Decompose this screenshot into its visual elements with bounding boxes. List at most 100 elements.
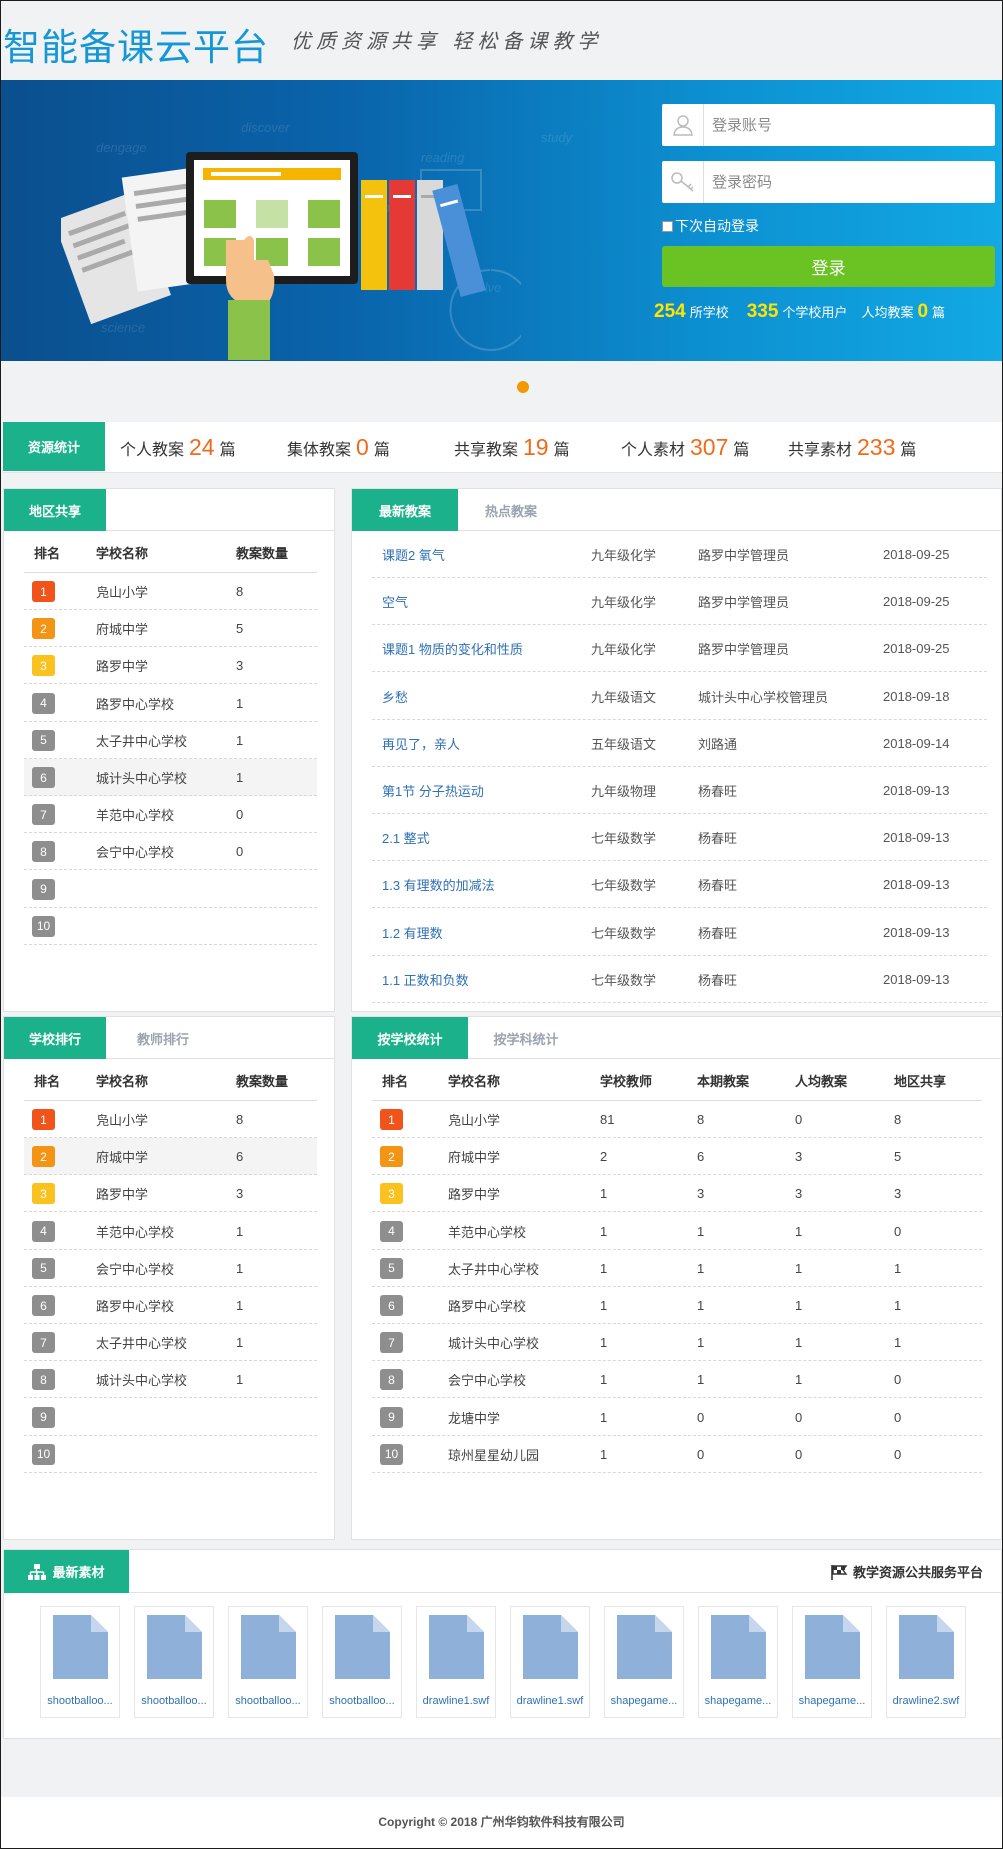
plan-title-link[interactable]: 第1节 分子热运动	[382, 767, 484, 814]
list-item[interactable]: 空气 九年级化学 路罗中学管理员 2018-09-25	[372, 578, 987, 626]
plan-title-link[interactable]: 课题2 氧气	[382, 531, 445, 578]
rank-badge: 4	[380, 1220, 403, 1242]
table-row[interactable]: 6 路罗中心学校 1 1 1 1	[372, 1287, 982, 1324]
list-item[interactable]: 2.1 整式 七年级数学 杨春旺 2018-09-13	[372, 814, 987, 862]
list-item[interactable]: 课题1 物质的变化和性质 九年级化学 路罗中学管理员 2018-09-25	[372, 625, 987, 673]
table-row[interactable]: 1 凫山小学 8	[24, 1101, 317, 1138]
col-count: 教案数量	[236, 1073, 289, 1089]
table-row[interactable]: 5 会宁中心学校 1	[24, 1250, 317, 1287]
rank-cell: 10	[380, 1436, 403, 1473]
site-logo[interactable]: 智能备课云平台	[3, 17, 269, 71]
table-row[interactable]: 4 路罗中心学校 1	[24, 685, 317, 722]
material-item[interactable]: shapegame...	[604, 1606, 684, 1718]
material-name[interactable]: shootballoo...	[41, 1695, 119, 1707]
tab-school-rank[interactable]: 学校排行	[4, 1017, 106, 1059]
table-row[interactable]: 9	[24, 871, 317, 908]
material-item[interactable]: drawline1.swf	[510, 1606, 590, 1718]
plan-date: 2018-09-25	[883, 547, 950, 562]
table-row[interactable]: 2 府城中学 2 6 3 5	[372, 1138, 982, 1176]
list-item[interactable]: 1.2 有理数 七年级数学 杨春旺 2018-09-13	[372, 909, 987, 956]
rank-badge: 9	[32, 878, 55, 900]
material-name[interactable]: shootballoo...	[323, 1695, 401, 1707]
table-row[interactable]: 10	[24, 908, 317, 945]
material-name[interactable]: shootballoo...	[229, 1695, 307, 1707]
table-row[interactable]: 10 琼州星星幼儿园 1 0 0 0	[372, 1436, 982, 1473]
material-name[interactable]: shapegame...	[793, 1695, 871, 1707]
public-platform-link[interactable]: 教学资源公共服务平台	[830, 1562, 983, 1581]
plan-title-link[interactable]: 再见了，亲人	[382, 720, 460, 767]
material-item[interactable]: shootballoo...	[40, 1606, 120, 1718]
list-item[interactable]: 乡愁 九年级语文 城计头中心学校管理员 2018-09-18	[372, 673, 987, 720]
login-button[interactable]: 登录	[662, 246, 995, 287]
table-row[interactable]: 3 路罗中学 3	[24, 647, 317, 685]
material-name[interactable]: drawline1.swf	[417, 1695, 495, 1707]
table-row[interactable]: 9	[24, 1399, 317, 1436]
table-row[interactable]: 7 太子井中心学校 1	[24, 1324, 317, 1362]
remember-checkbox[interactable]	[662, 220, 673, 232]
table-row[interactable]: 8 会宁中心学校 1 1 1 0	[372, 1361, 982, 1399]
table-row[interactable]: 3 路罗中学 3	[24, 1175, 317, 1213]
plan-title-link[interactable]: 空气	[382, 578, 408, 625]
plan-title-link[interactable]: 课题1 物质的变化和性质	[382, 625, 523, 672]
material-item[interactable]: shapegame...	[698, 1606, 778, 1718]
tab-latest-materials[interactable]: 最新素材	[4, 1550, 129, 1593]
remember-me[interactable]: 下次自动登录	[662, 216, 995, 236]
table-row[interactable]: 1 凫山小学 81 8 0 8	[372, 1101, 982, 1138]
table-row[interactable]: 6 路罗中心学校 1	[24, 1287, 317, 1324]
plan-count: 8	[236, 584, 244, 599]
table-row[interactable]: 8 会宁中心学校 0	[24, 833, 317, 871]
plan-title-link[interactable]: 2.1 整式	[382, 814, 430, 861]
table-row[interactable]: 7 城计头中心学校 1 1 1 1	[372, 1324, 982, 1362]
carousel-dot[interactable]	[517, 381, 529, 393]
material-item[interactable]: shootballoo...	[322, 1606, 402, 1718]
plan-title-link[interactable]: 1.3 有理数的加减法	[382, 861, 495, 908]
plan-title-link[interactable]: 1.2 有理数	[382, 909, 443, 956]
tab-region-share[interactable]: 地区共享	[4, 489, 106, 531]
material-name[interactable]: drawline2.swf	[887, 1695, 965, 1707]
table-row[interactable]: 4 羊范中心学校 1 1 1 0	[372, 1213, 982, 1250]
plan-date: 2018-09-13	[883, 971, 950, 987]
tab-by-subject[interactable]: 按学科统计	[468, 1017, 584, 1059]
material-name[interactable]: shapegame...	[699, 1695, 777, 1707]
table-row[interactable]: 4 羊范中心学校 1	[24, 1213, 317, 1250]
plan-grade: 九年级化学	[591, 642, 657, 658]
resource-stat-item: 个人教案 24 篇	[120, 434, 287, 461]
list-item[interactable]: 第1节 分子热运动 九年级物理 杨春旺 2018-09-13	[372, 767, 987, 814]
table-row[interactable]: 10	[24, 1436, 317, 1473]
list-item[interactable]: 再见了，亲人 五年级语文 刘路通 2018-09-14	[372, 720, 987, 767]
material-name[interactable]: shapegame...	[605, 1695, 683, 1707]
plan-title-link[interactable]: 1.1 正数和负数	[382, 956, 469, 1003]
account-input[interactable]	[712, 104, 982, 146]
table-row[interactable]: 1 凫山小学 8	[24, 573, 317, 610]
table-row[interactable]: 2 府城中学 6	[24, 1138, 317, 1176]
avg-plans: 1	[795, 1372, 803, 1388]
material-item[interactable]: drawline2.swf	[886, 1606, 966, 1718]
list-item[interactable]: 课题2 氧气 九年级化学 路罗中学管理员 2018-09-25	[372, 531, 987, 578]
table-row[interactable]: 9 龙塘中学 1 0 0 0	[372, 1399, 982, 1436]
material-item[interactable]: shootballoo...	[134, 1606, 214, 1718]
material-item[interactable]: shootballoo...	[228, 1606, 308, 1718]
tab-resource-stats[interactable]: 资源统计	[3, 422, 105, 471]
table-row[interactable]: 6 城计头中心学校 1	[24, 759, 317, 796]
tab-teacher-rank[interactable]: 教师排行	[110, 1017, 216, 1059]
plan-grade: 七年级数学	[591, 972, 657, 988]
table-row[interactable]: 8 城计头中心学校 1	[24, 1361, 317, 1399]
material-name[interactable]: shootballoo...	[135, 1695, 213, 1707]
rank-badge: 5	[32, 729, 55, 751]
list-item[interactable]: 1.1 正数和负数 七年级数学 杨春旺 2018-09-13	[372, 956, 987, 1003]
tab-hot-plans[interactable]: 热点教案	[458, 489, 564, 531]
material-name[interactable]: drawline1.swf	[511, 1695, 589, 1707]
plan-title-link[interactable]: 乡愁	[382, 673, 408, 720]
tab-latest-plans[interactable]: 最新教案	[352, 489, 458, 531]
slogan: 优质资源共享 轻松备课教学	[291, 29, 603, 53]
table-row[interactable]: 3 路罗中学 1 3 3 3	[372, 1175, 982, 1213]
tab-by-school[interactable]: 按学校统计	[352, 1017, 468, 1059]
table-row[interactable]: 5 太子井中心学校 1	[24, 722, 317, 759]
password-input[interactable]	[712, 161, 982, 203]
table-row[interactable]: 5 太子井中心学校 1 1 1 1	[372, 1250, 982, 1287]
table-row[interactable]: 2 府城中学 5	[24, 610, 317, 648]
material-item[interactable]: shapegame...	[792, 1606, 872, 1718]
material-item[interactable]: drawline1.swf	[416, 1606, 496, 1718]
table-row[interactable]: 7 羊范中心学校 0	[24, 796, 317, 834]
list-item[interactable]: 1.3 有理数的加减法 七年级数学 杨春旺 2018-09-13	[372, 861, 987, 909]
